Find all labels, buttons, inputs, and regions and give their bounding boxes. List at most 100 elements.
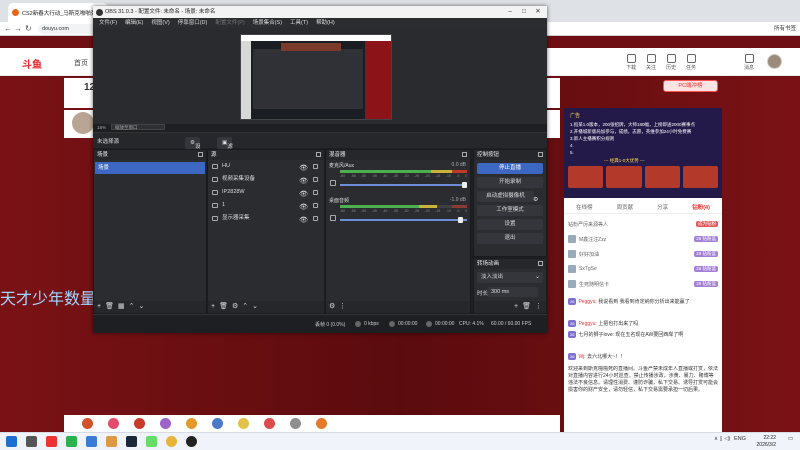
filter-icon[interactable]: ▦ bbox=[118, 302, 125, 312]
steam-icon[interactable] bbox=[126, 436, 137, 447]
list-item[interactable]: 好好加油 26 钻粉蓝 bbox=[568, 249, 718, 259]
settings-button[interactable]: 设置 bbox=[477, 219, 543, 230]
tray-icons[interactable]: ∧ ▯ ◁) bbox=[714, 436, 730, 442]
lock-icon[interactable] bbox=[313, 216, 318, 221]
close-icon[interactable]: ✕ bbox=[531, 6, 545, 18]
volume-slider[interactable] bbox=[340, 182, 467, 188]
gift-icon[interactable] bbox=[108, 418, 119, 429]
gift-icon[interactable] bbox=[212, 418, 223, 429]
tab-share[interactable]: 分享 bbox=[657, 203, 668, 211]
join-fans-button[interactable]: 成为钻粉 bbox=[696, 221, 718, 227]
gift-icon[interactable] bbox=[290, 418, 301, 429]
pc-rank-button[interactable]: PC端冲榜 bbox=[663, 80, 718, 92]
speaker-icon[interactable] bbox=[330, 180, 336, 186]
undock-icon[interactable] bbox=[538, 261, 543, 266]
system-clock[interactable]: 22:22 2026/3/2 bbox=[757, 435, 776, 449]
user-avatar[interactable] bbox=[767, 54, 782, 69]
follow-button[interactable]: 关注 bbox=[642, 54, 660, 71]
arrow-up-icon[interactable]: ⌃ bbox=[129, 302, 135, 312]
menu-profile[interactable]: 配置文件(P) bbox=[211, 18, 248, 28]
windows-start-icon[interactable] bbox=[6, 436, 17, 447]
trash-icon[interactable]: 🗑 bbox=[219, 302, 228, 312]
arrow-down-icon[interactable]: ⌄ bbox=[252, 302, 258, 312]
menu-help[interactable]: 帮助(H) bbox=[312, 18, 339, 28]
start-virtual-camera-button[interactable]: 启动虚拟摄像机 bbox=[477, 191, 534, 202]
source-item[interactable]: 显示器采集 👁 bbox=[208, 212, 324, 225]
back-icon[interactable]: ← bbox=[4, 24, 12, 34]
address-bar[interactable]: douyu.com bbox=[38, 24, 98, 34]
input-language[interactable]: ENG bbox=[734, 436, 746, 442]
menu-docks[interactable]: 停靠窗口(D) bbox=[174, 18, 212, 28]
add-icon[interactable]: + bbox=[211, 302, 215, 312]
properties-button[interactable]: ⚙ 设置 bbox=[185, 137, 200, 162]
history-button[interactable]: 历史 bbox=[662, 54, 680, 71]
chrome-icon[interactable] bbox=[166, 436, 177, 447]
message-button[interactable]: 消息 bbox=[740, 54, 758, 71]
gift-icon[interactable] bbox=[238, 418, 249, 429]
stop-streaming-button[interactable]: 停止直播 bbox=[477, 163, 543, 174]
trash-icon[interactable]: 🗑 bbox=[105, 302, 114, 312]
app-icon[interactable] bbox=[86, 436, 97, 447]
menu-file[interactable]: 文件(F) bbox=[95, 18, 121, 28]
tab-weekly[interactable]: 周贡献 bbox=[617, 203, 634, 211]
undock-icon[interactable] bbox=[198, 152, 203, 157]
tab-online-rank[interactable]: 在线榜 bbox=[576, 203, 593, 211]
home-link[interactable]: 首页 bbox=[74, 58, 88, 68]
gift-icon[interactable] bbox=[160, 418, 171, 429]
gear-icon[interactable]: ⚙ bbox=[329, 302, 335, 312]
undock-icon[interactable] bbox=[538, 152, 543, 157]
source-item[interactable]: 视频采集设备 👁 bbox=[208, 173, 324, 186]
lock-icon[interactable] bbox=[313, 203, 318, 208]
scene-item[interactable]: 场景 bbox=[95, 162, 205, 174]
studio-mode-button[interactable]: 工作室模式 bbox=[477, 205, 543, 216]
douyu-logo[interactable]: 斗鱼 bbox=[22, 56, 42, 71]
gift-icon[interactable] bbox=[186, 418, 197, 429]
menu-scene-collection[interactable]: 场景集合(S) bbox=[249, 18, 286, 28]
more-icon[interactable]: ⋮ bbox=[339, 302, 346, 312]
add-icon[interactable]: + bbox=[97, 302, 101, 312]
app-icon[interactable] bbox=[66, 436, 77, 447]
maximize-icon[interactable]: □ bbox=[517, 6, 531, 18]
preview-area[interactable] bbox=[93, 28, 547, 124]
lock-icon[interactable] bbox=[313, 190, 318, 195]
gift-icon[interactable] bbox=[82, 418, 93, 429]
arrow-up-icon[interactable]: ⌃ bbox=[242, 302, 248, 312]
anchor-avatar[interactable] bbox=[72, 112, 94, 134]
promo-banner[interactable]: 广告 1.指某1.0版本，200张招牌，大师180幅，上榜即送2000赛事点 2… bbox=[564, 108, 722, 198]
list-item[interactable]: M鑫汪汪Zzz 26 钻粉蓝 bbox=[568, 234, 718, 244]
menu-edit[interactable]: 编辑(E) bbox=[121, 18, 147, 28]
app-icon[interactable] bbox=[106, 436, 117, 447]
task-button[interactable]: 任务 bbox=[682, 54, 700, 71]
lock-icon[interactable] bbox=[313, 164, 318, 169]
gear-icon[interactable]: ⚙ bbox=[232, 302, 238, 312]
notification-icon[interactable]: ▭ bbox=[788, 436, 793, 442]
lock-icon[interactable] bbox=[313, 177, 318, 182]
all-bookmarks-button[interactable]: 所有书签 bbox=[774, 24, 796, 34]
download-button[interactable]: 下载 bbox=[622, 54, 640, 71]
gift-icon[interactable] bbox=[134, 418, 145, 429]
menu-view[interactable]: 视图(V) bbox=[147, 18, 173, 28]
reload-icon[interactable]: ↻ bbox=[25, 24, 32, 34]
volume-slider[interactable] bbox=[340, 217, 467, 223]
search-icon[interactable] bbox=[26, 436, 37, 447]
speaker-icon[interactable] bbox=[330, 215, 336, 221]
virtual-camera-gear-icon[interactable]: ⚙ bbox=[533, 196, 538, 203]
undock-icon[interactable] bbox=[462, 152, 467, 157]
duration-input[interactable]: 300 ms bbox=[488, 287, 538, 297]
minimize-icon[interactable]: – bbox=[503, 6, 517, 18]
source-item[interactable]: IP2828W 👁 bbox=[208, 186, 324, 199]
transition-select[interactable]: 淡入淡出 ⌄ bbox=[477, 272, 543, 283]
slider-handle[interactable] bbox=[462, 182, 467, 188]
obs-title-bar[interactable]: OBS 31.0.3 - 配置文件: 未命名 - 场景: 未命名 – □ ✕ bbox=[93, 6, 547, 18]
more-icon[interactable]: ⋮ bbox=[535, 302, 542, 312]
list-item[interactable]: 生死随明信卡 26 钻粉蓝 bbox=[568, 279, 718, 289]
arrow-down-icon[interactable]: ⌄ bbox=[138, 302, 144, 312]
filters-button[interactable]: ▣ 滤镜 bbox=[217, 137, 233, 162]
tab-diamond-fans[interactable]: 钻粉(4) bbox=[692, 203, 710, 211]
app-icon[interactable] bbox=[146, 436, 157, 447]
undock-icon[interactable] bbox=[316, 152, 321, 157]
source-item[interactable]: HU 👁 bbox=[208, 160, 324, 173]
eye-icon[interactable]: 👁 bbox=[299, 214, 308, 227]
forward-icon[interactable]: → bbox=[14, 24, 22, 34]
slider-handle[interactable] bbox=[458, 217, 463, 223]
